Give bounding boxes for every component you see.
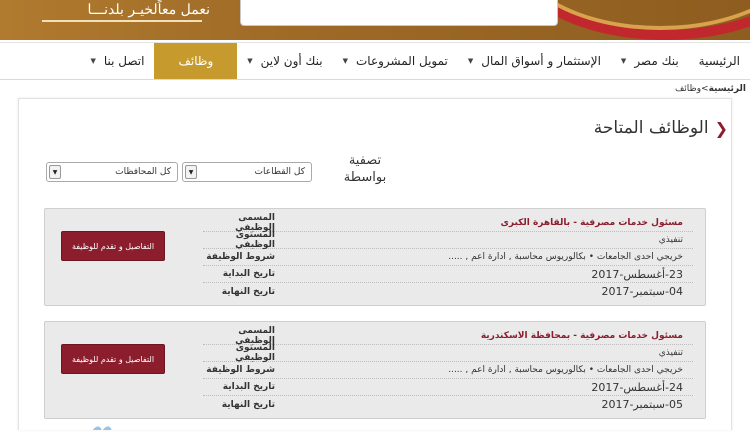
job-conditions-value: خريجي احدى الجامعات • بكالوريوس محاسبة ,…	[448, 252, 683, 262]
bank-slogan: نعمل معاًلخيـر بلدنـــا	[87, 2, 210, 18]
cloud-decoration-icon: ☁☁	[92, 422, 112, 432]
job-details: المسمى الوظيفي مسئول خدمات مصرفية - بمحا…	[203, 326, 693, 413]
job-end-value: 04-سبتمبر-2017	[601, 285, 683, 298]
sector-select-value: كل القطاعات	[254, 167, 305, 177]
job-start-value: 24-أغسطس-2017	[591, 380, 683, 394]
job-conditions-value: خريجي احدى الجامعات • بكالوريوس محاسبة ,…	[448, 365, 683, 375]
nav-label: بنك أون لاين	[260, 54, 323, 68]
nav-item-banque-misr[interactable]: بنك مصر ▼	[611, 43, 689, 79]
job-start-label: تاريخ البداية	[222, 269, 275, 279]
caret-down-icon: ▼	[467, 57, 474, 65]
chevron-down-icon[interactable]: ▼	[49, 165, 61, 179]
apply-button[interactable]: التفاصيل و تقدم للوظيفة	[61, 231, 165, 261]
chevron-left-icon: ❮	[714, 118, 728, 138]
job-level-value: تنفيذي	[658, 348, 683, 358]
job-title-value: مسئول خدمات مصرفية - بالقاهرة الكبرى	[500, 218, 683, 228]
slogan-underline	[42, 20, 202, 22]
main-nav: الرئيسية بنك مصر ▼ الإستثمار و أسواق الم…	[0, 42, 750, 80]
nav-label: الإستثمار و أسواق المال	[481, 54, 601, 68]
chevron-down-icon[interactable]: ▼	[185, 165, 197, 179]
filter-label: تصفية بواسطة	[343, 153, 387, 185]
nav-label: وظائف	[178, 54, 214, 68]
job-conditions-label: شروط الوظيفة	[206, 365, 275, 375]
job-conditions-row: شروط الوظيفة خريجي احدى الجامعات • بكالو…	[203, 249, 693, 266]
caret-down-icon: ▼	[247, 57, 253, 65]
job-level-value: تنفيذي	[658, 235, 683, 245]
job-conditions-row: شروط الوظيفة خريجي احدى الجامعات • بكالو…	[203, 362, 693, 379]
apply-button[interactable]: التفاصيل و تقدم للوظيفة	[61, 344, 165, 374]
job-start-value: 23-أغسطس-2017	[591, 267, 683, 281]
job-end-label: تاريخ النهاية	[221, 399, 275, 410]
page-title: ❮ الوظائف المتاحة	[594, 118, 728, 138]
job-end-label: تاريخ النهاية	[221, 286, 275, 297]
job-title-value: مسئول خدمات مصرفية - بمحافظة الاسكندرية	[480, 331, 683, 341]
job-end-value: 05-سبتمبر-2017	[601, 398, 683, 411]
nav-label: تمويل المشروعات	[356, 54, 448, 68]
job-level-label: المستوى الوظيفي	[235, 343, 275, 363]
page-title-text: الوظائف المتاحة	[593, 118, 709, 138]
job-start-label: تاريخ البداية	[222, 382, 275, 392]
job-end-row: تاريخ النهاية 04-سبتمبر-2017	[203, 283, 693, 300]
nav-item-project-finance[interactable]: تمويل المشروعات ▼	[333, 43, 458, 79]
nav-label: الرئيسية	[698, 54, 740, 68]
caret-down-icon: ▼	[90, 57, 96, 65]
job-start-row: تاريخ البداية 24-أغسطس-2017	[203, 379, 693, 396]
nav-item-investment[interactable]: الإستثمار و أسواق المال ▼	[458, 43, 611, 79]
breadcrumb-current: وظائف	[674, 84, 702, 94]
breadcrumb: الرئيسية>وظائف	[675, 84, 746, 94]
header-banner: نعمل معاًلخيـر بلدنـــا	[0, 0, 750, 40]
job-level-label: المستوى الوظيفي	[235, 230, 275, 250]
nav-label: بنك مصر	[634, 54, 679, 68]
nav-item-online-banking[interactable]: بنك أون لاين ▼	[237, 43, 332, 79]
nav-item-home[interactable]: الرئيسية	[689, 43, 750, 79]
governorate-select[interactable]: ▼ كل المحافظات	[46, 162, 178, 182]
job-details: المسمى الوظيفي مسئول خدمات مصرفية - بالق…	[203, 213, 693, 300]
governorate-select-value: كل المحافظات	[115, 167, 171, 177]
job-card: المسمى الوظيفي مسئول خدمات مصرفية - بمحا…	[44, 321, 706, 419]
nav-item-jobs[interactable]: وظائف	[154, 43, 238, 79]
job-end-row: تاريخ النهاية 05-سبتمبر-2017	[203, 396, 693, 413]
caret-down-icon: ▼	[342, 57, 348, 65]
job-level-row: المستوى الوظيفي تنفيذي	[203, 230, 693, 250]
breadcrumb-home[interactable]: الرئيسية	[709, 84, 746, 94]
header-search-box[interactable]	[240, 0, 558, 26]
job-title-row: المسمى الوظيفي مسئول خدمات مصرفية - بمحا…	[203, 326, 693, 346]
job-start-row: تاريخ البداية 23-أغسطس-2017	[203, 266, 693, 283]
job-title-row: المسمى الوظيفي مسئول خدمات مصرفية - بالق…	[203, 213, 693, 233]
caret-down-icon: ▼	[620, 57, 627, 65]
job-level-row: المستوى الوظيفي تنفيذي	[203, 343, 693, 363]
breadcrumb-separator: >	[701, 84, 709, 94]
sector-select[interactable]: ▼ كل القطاعات	[182, 162, 312, 182]
job-conditions-label: شروط الوظيفة	[206, 252, 275, 262]
nav-label: اتصل بنا	[103, 54, 145, 68]
job-card: المسمى الوظيفي مسئول خدمات مصرفية - بالق…	[44, 208, 706, 306]
nav-item-contact[interactable]: اتصل بنا ▼	[80, 43, 154, 79]
